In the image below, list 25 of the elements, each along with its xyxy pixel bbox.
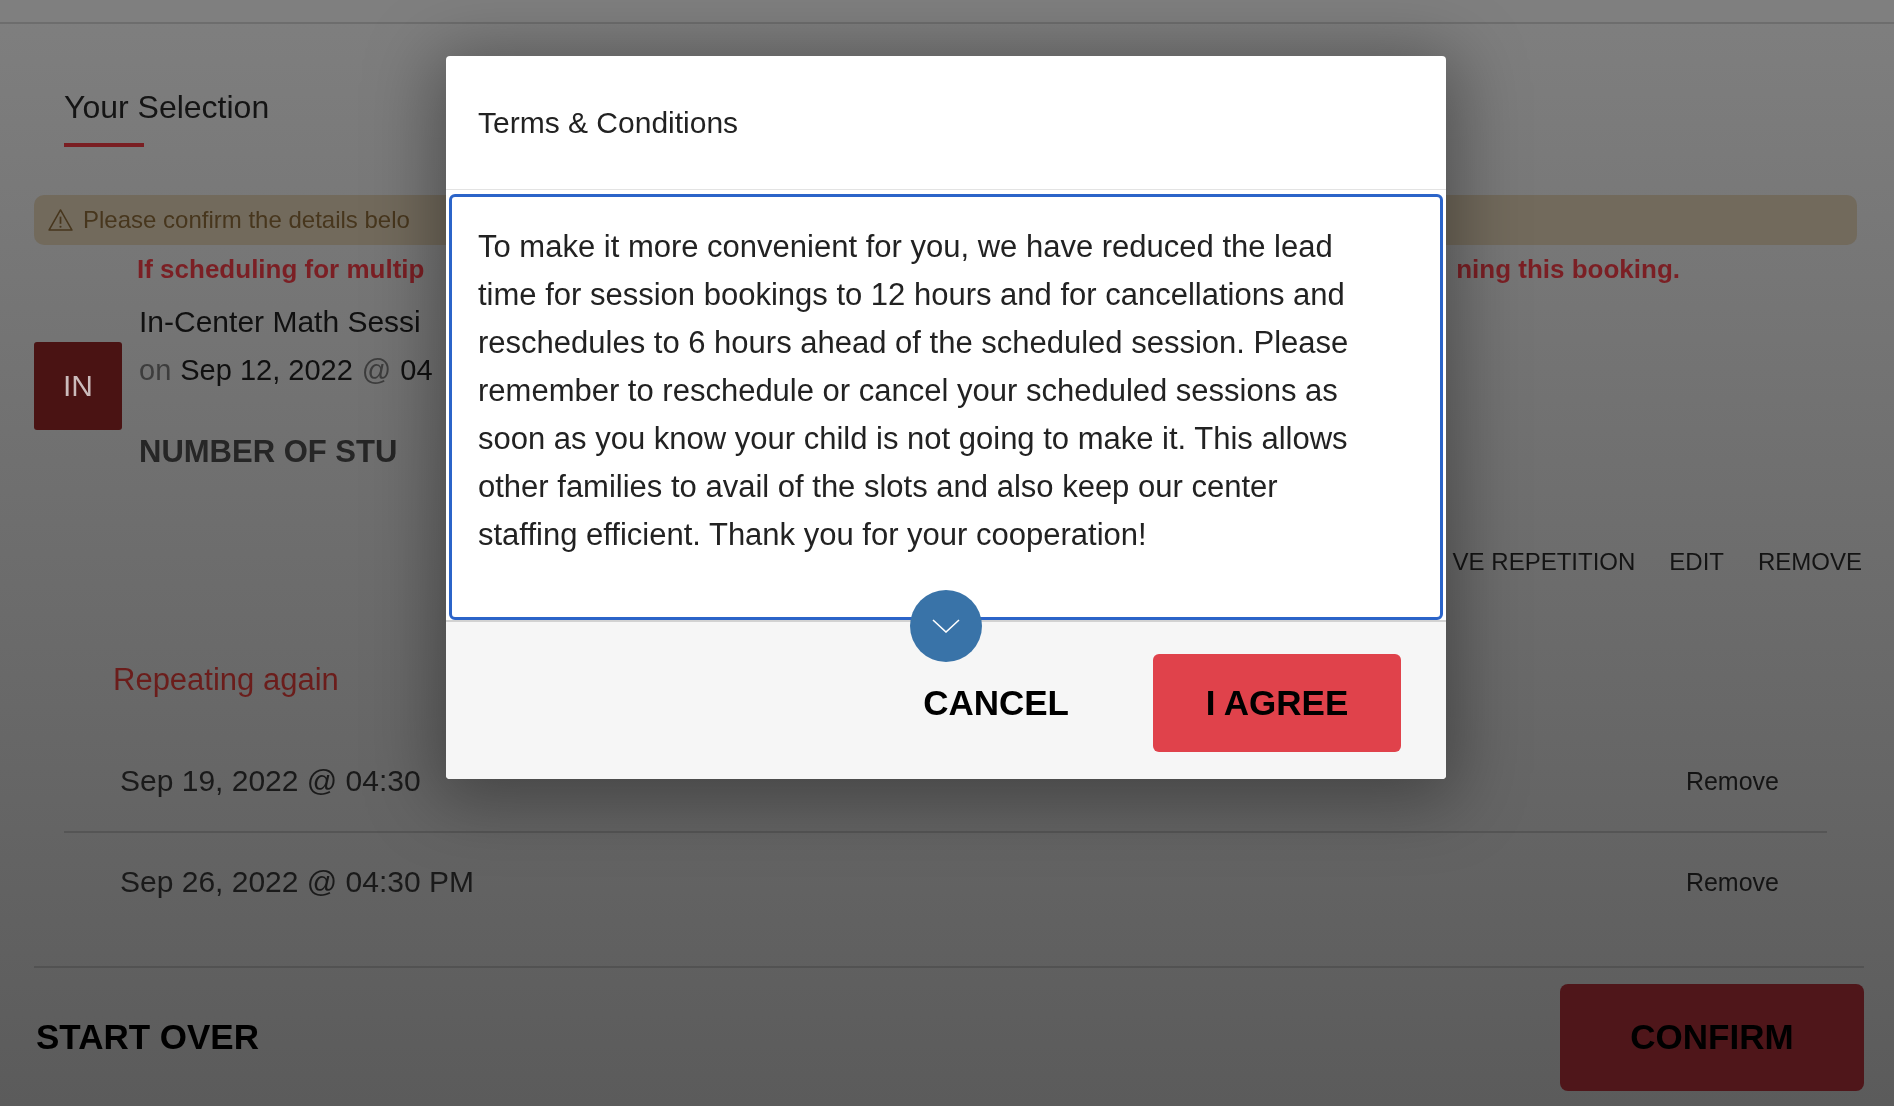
dialog-title: Terms & Conditions (478, 106, 739, 139)
chevron-down-icon (932, 619, 960, 633)
start-over-button[interactable]: START OVER (34, 1017, 261, 1057)
repeat-heading: Repeating again (113, 662, 339, 698)
session-time: 04 (400, 353, 433, 388)
repeat-date: Sep 26, 2022 @ 04:30 PM (120, 865, 475, 899)
session-action-link[interactable]: EDIT (1669, 547, 1724, 577)
terms-text: To make it more convenient for you, we have reduced the lead time for session bookings to 12 hours and for cancellations and reschedules to 6 hours ahead of the scheduled session. Please remember to reschedule or cancel your scheduled sessions as soon as you know your child is not going to make it. This allows other families to avail of the slots and also keep our center staffing efficient. Thank you for your cooperation! (478, 228, 1350, 554)
warning-icon (48, 209, 73, 231)
selection-tab[interactable]: Your Selection (64, 88, 270, 147)
session-type-tile: IN (34, 342, 122, 430)
remove-link[interactable]: Remove (1685, 867, 1779, 897)
students-label: NUMBER OF STU (139, 433, 398, 471)
remove-link[interactable]: Remove (1685, 766, 1779, 796)
session-title: In-Center Math Sessi (139, 304, 421, 340)
session-date: Sep 12, 2022 (180, 353, 353, 388)
session-action-link[interactable]: REMOVE (1758, 547, 1862, 577)
warning-text: Please confirm the details belo (83, 206, 410, 234)
notice-text: If scheduling for multip (137, 254, 425, 284)
session-action-link[interactable]: VE REPETITION (1452, 547, 1636, 577)
at-sign: @ (361, 353, 392, 388)
cancel-button[interactable]: CANCEL (903, 673, 1089, 733)
repeat-date: Sep 19, 2022 @ 04:30 (120, 764, 421, 798)
agree-button[interactable]: I AGREE (1153, 654, 1401, 752)
notice-text: ning this booking. (1456, 254, 1680, 284)
